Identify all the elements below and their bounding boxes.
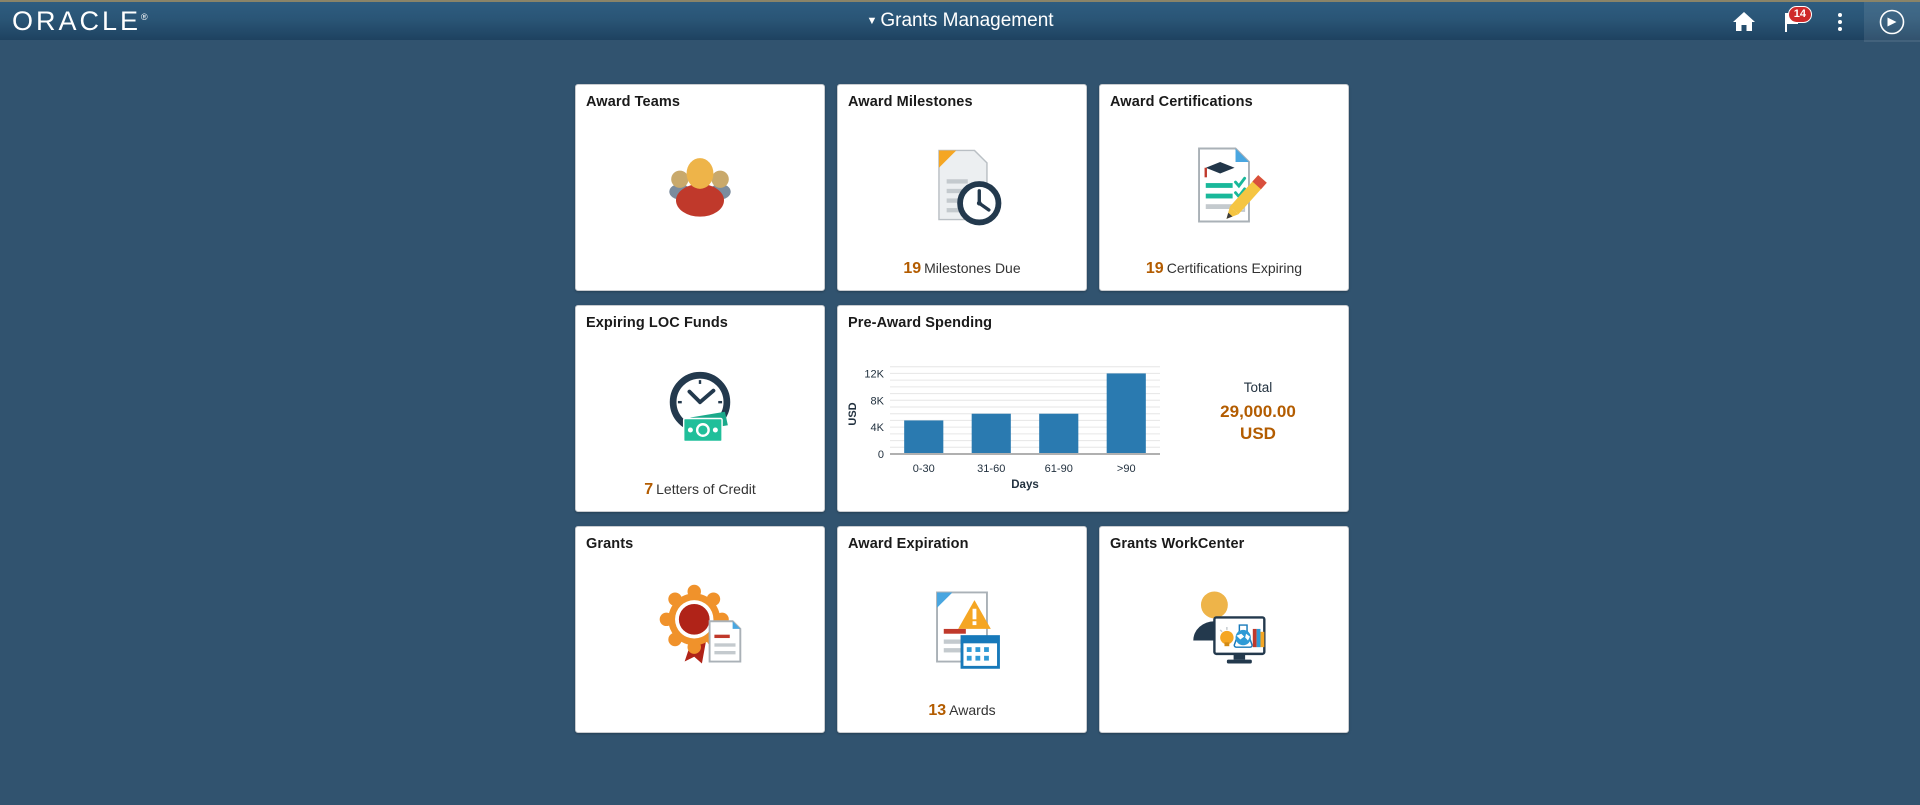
- chart-y-tick: 8K: [871, 395, 885, 407]
- tile-grid: Award Teams Award Milestones 19 Mileston…: [575, 84, 1349, 733]
- chevron-down-icon: ▼: [866, 15, 878, 27]
- tile-icon-area: [838, 110, 1086, 260]
- tile-award-certifications[interactable]: Award Certifications 19 Certifications E…: [1099, 84, 1349, 291]
- total-currency: USD: [1240, 423, 1276, 443]
- tile-title: Award Expiration: [848, 536, 969, 552]
- tile-footer: [1100, 702, 1348, 732]
- tile-pre-award-spending[interactable]: Pre-Award Spending USD 0 4K 8K 12K 0-30 31-6…: [837, 305, 1349, 512]
- chart-x-tick: 0-30: [913, 463, 935, 475]
- chart-y-tick: 12K: [864, 368, 884, 380]
- tile-footer: 13 Awards: [838, 702, 1086, 732]
- tile-label: Letters of Credit: [656, 481, 756, 497]
- tile-icon-area: [1100, 110, 1348, 260]
- tile-footer: 19 Certifications Expiring: [1100, 260, 1348, 290]
- three-dot-menu-icon: [1838, 13, 1842, 31]
- chart-x-tick: 31-60: [977, 463, 1005, 475]
- actions-menu-button[interactable]: [1816, 2, 1864, 42]
- chart-y-tick: 0: [878, 449, 884, 461]
- tile-label: Milestones Due: [924, 260, 1021, 276]
- app-header: ORACLE® ▼ Grants Management 14: [0, 0, 1920, 42]
- tile-icon-area: [576, 331, 824, 481]
- chart-tile-body: USD 0 4K 8K 12K 0-30 31-60 61-90 >90 Days Tota…: [838, 331, 1348, 511]
- chart-x-tick: 61-90: [1045, 463, 1073, 475]
- award-rosette-document-icon: [659, 584, 742, 664]
- tile-icon-area: [576, 552, 824, 702]
- tile-grants[interactable]: Grants: [575, 526, 825, 733]
- tile-area: Award Teams Award Milestones 19 Mileston…: [0, 40, 1920, 733]
- navbar-button[interactable]: [1864, 2, 1920, 42]
- tile-title: Expiring LOC Funds: [586, 315, 728, 331]
- total-amount: 29,000.00 USD: [1172, 401, 1344, 444]
- notifications-badge: 14: [1787, 6, 1812, 23]
- bar-chart-icon: USD 0 4K 8K 12K 0-30 31-60 61-90 >90 Days: [847, 366, 1160, 491]
- certificate-checklist-pencil-icon: [1198, 147, 1267, 223]
- compass-navbar-icon: [1879, 9, 1905, 35]
- tile-expiring-loc-funds[interactable]: Expiring LOC Funds 7 Letters of Credit: [575, 305, 825, 512]
- document-clock-icon: [938, 149, 1002, 226]
- tile-grants-workcenter[interactable]: Grants WorkCenter: [1099, 526, 1349, 733]
- header-actions: 14: [1720, 2, 1920, 42]
- tile-title: Award Certifications: [1110, 94, 1253, 110]
- home-icon: [1733, 12, 1755, 31]
- tile-title: Grants: [586, 536, 634, 552]
- oracle-logo[interactable]: ORACLE®: [12, 5, 148, 36]
- chart-bar[interactable]: [971, 413, 1011, 454]
- home-button[interactable]: [1720, 2, 1768, 42]
- chart-bar[interactable]: [1106, 373, 1146, 454]
- tile-count: 7: [644, 481, 654, 498]
- tile-award-teams[interactable]: Award Teams: [575, 84, 825, 291]
- total-label: Total: [1243, 380, 1273, 396]
- team-people-icon: [669, 158, 731, 217]
- person-monitor-research-icon: [1193, 591, 1266, 664]
- tile-title: Grants WorkCenter: [1110, 536, 1245, 552]
- pre-award-spending-chart: USD 0 4K 8K 12K 0-30 31-60 61-90 >90 Days: [842, 342, 1172, 492]
- notifications-button[interactable]: 14: [1768, 2, 1816, 42]
- tile-icon-area: [838, 552, 1086, 702]
- tile-award-milestones[interactable]: Award Milestones 19 Milestones Due: [837, 84, 1087, 291]
- chart-y-axis-label: USD: [847, 402, 859, 425]
- tile-count: 19: [903, 260, 922, 277]
- chart-bar[interactable]: [904, 420, 944, 454]
- oracle-registered-mark: ®: [141, 11, 148, 22]
- pre-award-total: Total 29,000.00 USD: [1172, 380, 1344, 454]
- tile-label: Awards: [949, 702, 996, 718]
- tile-footer: [576, 702, 824, 732]
- tile-count: 13: [928, 702, 947, 719]
- page-title-text: Grants Management: [880, 10, 1054, 31]
- tile-footer: [576, 260, 824, 290]
- chart-bar[interactable]: [1039, 413, 1079, 454]
- tile-footer: 7 Letters of Credit: [576, 481, 824, 511]
- tile-title: Award Milestones: [848, 94, 973, 110]
- total-amount-value: 29,000.00: [1220, 402, 1296, 422]
- page-title[interactable]: ▼ Grants Management: [0, 10, 1920, 32]
- tile-title: Award Teams: [586, 94, 681, 110]
- chart-x-tick-labels: 0-30 31-60 61-90 >90: [913, 463, 1136, 475]
- tile-title: Pre-Award Spending: [848, 315, 993, 331]
- tile-count: 19: [1145, 260, 1164, 277]
- chart-y-tick-labels: 0 4K 8K 12K: [864, 368, 884, 461]
- chart-x-axis-label: Days: [1011, 479, 1039, 491]
- tile-award-expiration[interactable]: Award Expiration 13 Awards: [837, 526, 1087, 733]
- oracle-logo-text: ORACLE: [12, 5, 142, 36]
- chart-y-tick: 4K: [871, 422, 885, 434]
- chart-x-tick: >90: [1117, 463, 1136, 475]
- tile-label: Certifications Expiring: [1166, 260, 1303, 276]
- tile-footer: 19 Milestones Due: [838, 260, 1086, 290]
- tile-icon-area: [1100, 552, 1348, 702]
- document-warning-calendar-icon: [936, 591, 1000, 669]
- clock-money-icon: [669, 371, 731, 443]
- tile-icon-area: [576, 110, 824, 260]
